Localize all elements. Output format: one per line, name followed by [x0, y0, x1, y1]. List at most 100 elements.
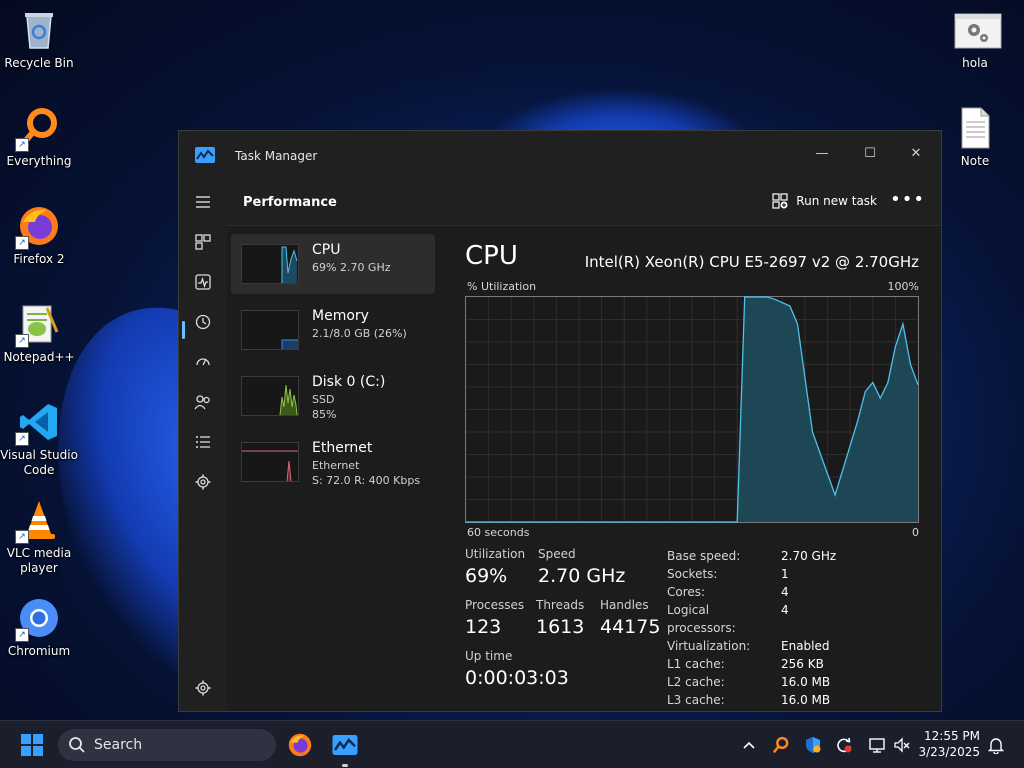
stat-value: 44175 — [600, 616, 661, 638]
desktop-icon-vscode[interactable]: ↗ Visual Studio Code — [0, 400, 78, 478]
spec-value: 4 — [781, 585, 789, 599]
hamburger-icon[interactable] — [188, 187, 218, 217]
desktop-icon-hola[interactable]: hola — [936, 8, 1014, 71]
run-new-task-button[interactable]: Run new task — [772, 193, 877, 209]
graph-y-max-label: 100% — [887, 280, 919, 293]
resource-name: Disk 0 (C:) — [312, 374, 386, 390]
spec-row: Sockets: 1 — [667, 565, 836, 583]
details-icon[interactable] — [188, 427, 218, 457]
everything-icon[interactable] — [771, 735, 791, 755]
desktop-icon-recycle-bin[interactable]: Recycle Bin — [0, 8, 78, 71]
window-title: Task Manager — [235, 149, 318, 163]
spec-value: 2.70 GHz — [781, 549, 837, 563]
desktop-icon-note[interactable]: Note — [936, 106, 1014, 169]
desktop-icon-chromium[interactable]: ↗ Chromium — [0, 596, 78, 659]
sync-icon[interactable] — [834, 735, 854, 755]
resource-item-ethernet[interactable]: Ethernet Ethernet S: 72.0 R: 400 Kbps — [231, 432, 435, 492]
active-nav-indicator — [182, 321, 185, 339]
chevron-up-icon[interactable] — [739, 735, 759, 755]
performance-icon[interactable] — [188, 267, 218, 297]
resource-name: Memory — [312, 308, 369, 324]
spec-row: Virtualization: Enabled — [667, 637, 836, 655]
disk-thumbnail-graph — [241, 376, 299, 416]
taskbar-search-box[interactable]: Search — [58, 729, 276, 761]
spec-row: Cores: 4 — [667, 583, 836, 601]
desktop-icon-label: Visual Studio Code — [0, 448, 78, 477]
start-button[interactable] — [21, 734, 43, 756]
settings-icon[interactable] — [188, 673, 218, 703]
desktop-icon-label: Everything — [6, 154, 72, 168]
graph-x-label: 60 seconds — [467, 526, 530, 539]
resource-item-cpu[interactable]: CPU 69% 2.70 GHz — [231, 234, 435, 294]
resource-item-disk[interactable]: Disk 0 (C:) SSD 85% — [231, 366, 435, 426]
stat-value: 2.70 GHz — [538, 565, 626, 587]
maximize-button[interactable]: ☐ — [847, 139, 893, 169]
notification-bell-icon[interactable] — [986, 735, 1006, 755]
desktop-icon-everything[interactable]: ↗ Everything — [0, 106, 78, 169]
graph-x-min-label: 0 — [912, 526, 919, 539]
graph-y-label: % Utilization — [467, 280, 537, 293]
spec-key: Base speed: — [667, 549, 741, 563]
search-icon — [69, 737, 85, 753]
desktop-icon-label: Note — [960, 154, 990, 168]
resource-detail: 69% 2.70 GHz — [312, 261, 391, 274]
stat-handles: Handles 44175 — [600, 598, 660, 638]
desktop-icon-notepad-plus-plus[interactable]: ↗ Notepad++ — [0, 302, 78, 365]
resource-detail: S: 72.0 R: 400 Kbps — [312, 474, 421, 487]
stat-value: 69% — [465, 565, 508, 587]
startup-apps-icon[interactable] — [188, 347, 218, 377]
system-clock[interactable]: 12:55 PM 3/23/2025 — [918, 728, 980, 760]
stat-utilization: Utilization 69% — [465, 547, 525, 587]
more-options-button[interactable]: ••• — [890, 189, 925, 210]
processes-icon[interactable] — [188, 227, 218, 257]
stat-label: Threads — [536, 598, 585, 612]
spec-key: Cores: — [667, 585, 706, 599]
close-button[interactable]: ✕ — [893, 139, 939, 169]
active-app-indicator — [342, 764, 348, 767]
network-icon[interactable] — [867, 735, 887, 755]
taskbar-app-firefox[interactable] — [285, 730, 315, 760]
settings-file-icon — [953, 8, 1002, 52]
memory-thumbnail-graph — [241, 310, 299, 350]
stat-value: 123 — [465, 616, 502, 638]
text-file-icon — [953, 106, 997, 150]
spec-key: Virtualization: — [667, 639, 751, 653]
stat-label: Speed — [538, 547, 576, 561]
services-icon[interactable] — [188, 467, 218, 497]
security-icon[interactable] — [803, 735, 823, 755]
firefox-icon: ↗ — [15, 204, 61, 250]
volume-muted-icon[interactable] — [892, 735, 912, 755]
cpu-model: Intel(R) Xeon(R) CPU E5-2697 v2 @ 2.70GH… — [584, 253, 919, 271]
resource-item-memory[interactable]: Memory 2.1/8.0 GB (26%) — [231, 300, 435, 360]
stat-label: Utilization — [465, 547, 526, 561]
run-new-task-label: Run new task — [796, 194, 877, 208]
spec-row: Base speed: 2.70 GHz — [667, 547, 836, 565]
spec-key: Logical processors: — [667, 603, 736, 635]
task-manager-icon — [195, 147, 215, 163]
vlc-icon: ↗ — [15, 498, 61, 544]
stat-processes: Processes 123 — [465, 598, 524, 638]
taskbar-app-task-manager[interactable] — [330, 730, 360, 760]
vscode-icon: ↗ — [15, 400, 61, 446]
stat-label: Up time — [465, 649, 513, 663]
app-history-icon[interactable] — [188, 307, 218, 337]
firefox-icon — [288, 733, 312, 757]
spec-value: 1 — [781, 567, 789, 581]
title-bar[interactable]: Task Manager — ☐ ✕ — [179, 131, 941, 179]
stat-uptime: Up time 0:00:03:03 — [465, 649, 569, 689]
run-task-icon — [772, 193, 788, 209]
resource-name: Ethernet — [312, 440, 373, 456]
desktop-icon-label: Firefox 2 — [13, 252, 65, 266]
desktop-icon-vlc[interactable]: ↗ VLC media player — [0, 498, 78, 576]
desktop-icon-label: VLC media player — [6, 546, 72, 575]
stat-value: 1613 — [536, 616, 585, 638]
resource-detail: SSD — [312, 393, 335, 406]
spec-value: 16.0 MB — [781, 675, 831, 689]
minimize-button[interactable]: — — [799, 139, 845, 169]
task-manager-window: Task Manager — ☐ ✕ Performance Run new t… — [178, 130, 942, 712]
recycle-bin-icon — [17, 8, 61, 52]
desktop-icon-firefox[interactable]: ↗ Firefox 2 — [0, 204, 78, 267]
users-icon[interactable] — [188, 387, 218, 417]
spec-row: L1 cache: 256 KB — [667, 655, 836, 673]
spec-value: 16.0 MB — [781, 693, 831, 707]
